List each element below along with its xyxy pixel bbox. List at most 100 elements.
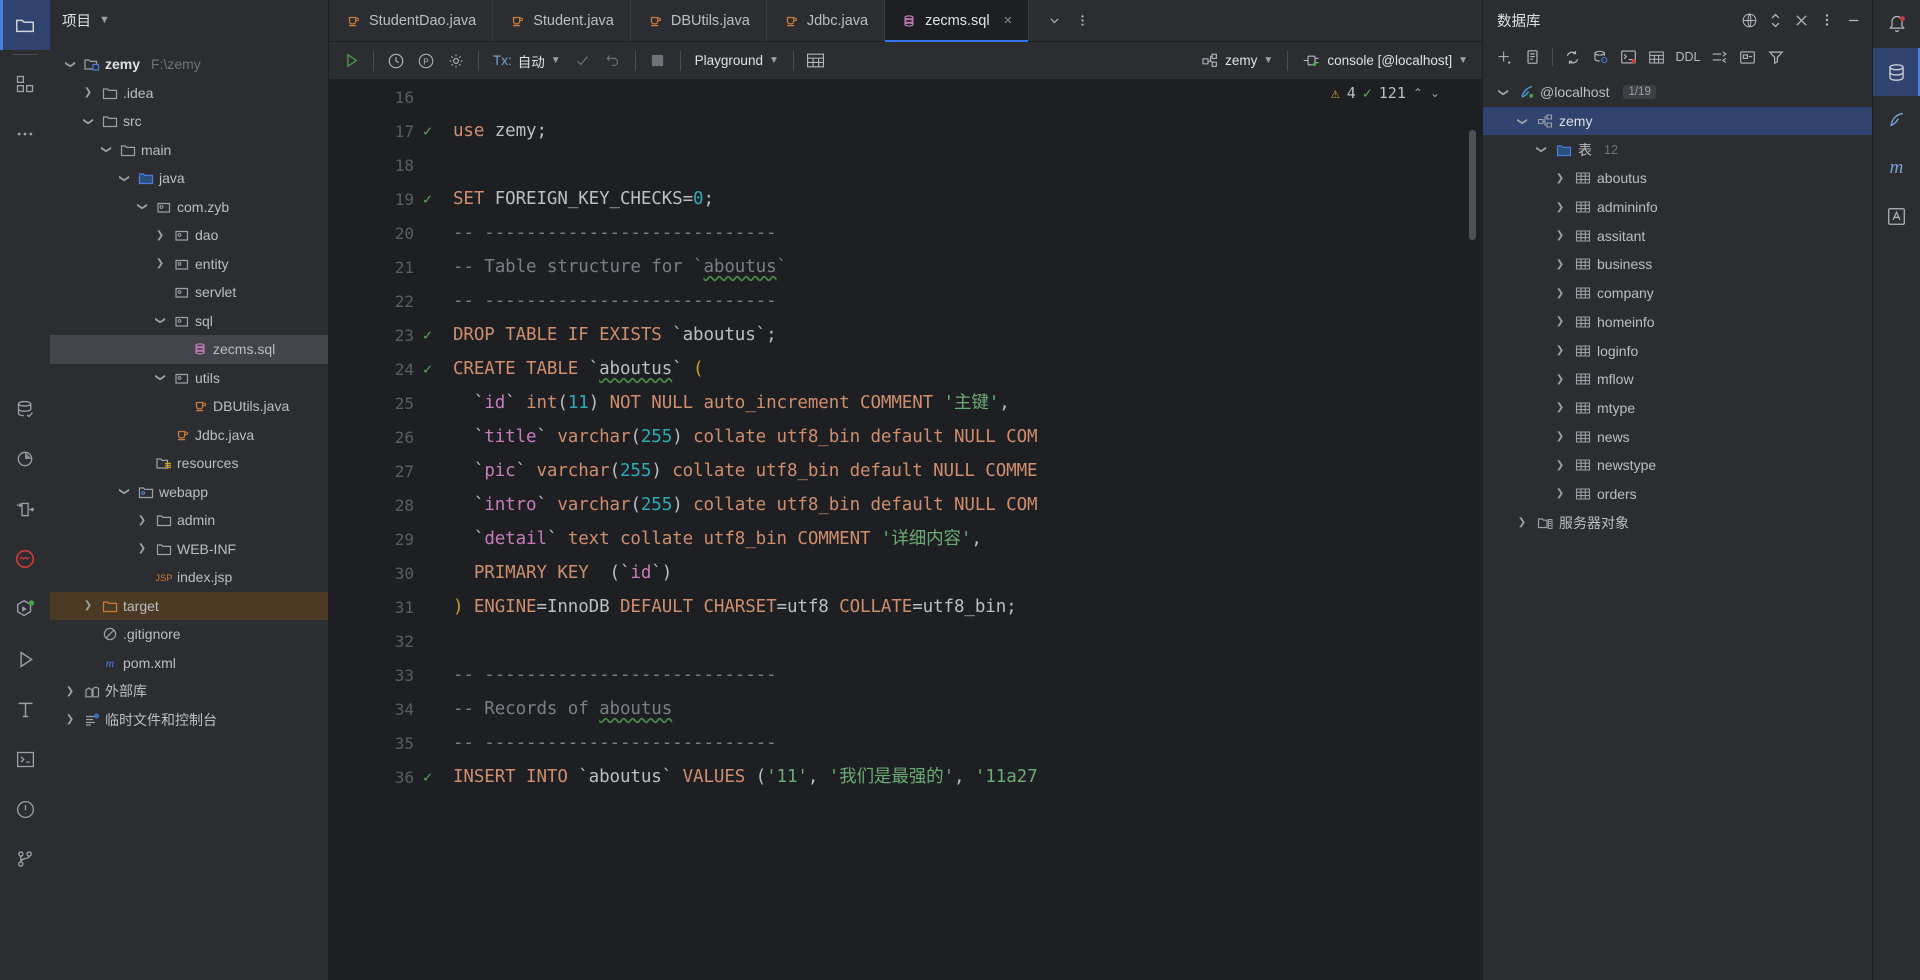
db-tree-item-mflow[interactable]: ❯ mflow bbox=[1483, 365, 1872, 394]
chevron-right-icon[interactable]: ❯ bbox=[134, 515, 150, 526]
db-tree-item-admininfo[interactable]: ❯ admininfo bbox=[1483, 193, 1872, 222]
gutter-line[interactable]: 35✓ bbox=[329, 726, 447, 760]
database-gear-icon[interactable] bbox=[1587, 44, 1614, 70]
db-tree-item-company[interactable]: ❯ company bbox=[1483, 279, 1872, 308]
tree-item-com.zyb[interactable]: ❯ com.zyb bbox=[50, 193, 328, 222]
ddl-button[interactable]: DDL bbox=[1671, 44, 1705, 70]
database-tool-button[interactable] bbox=[1872, 48, 1920, 96]
database-tree[interactable]: ❯ @localhost 1/19 ❯ zemy ❯ 表 12 ❯ aboutus ❯ adminin… bbox=[1483, 74, 1872, 980]
db-tree-item-assitant[interactable]: ❯ assitant bbox=[1483, 221, 1872, 250]
new-data-source-button[interactable] bbox=[1491, 44, 1518, 70]
execute-button[interactable] bbox=[337, 48, 365, 74]
tree-item-index.jsp[interactable]: JSP index.jsp bbox=[50, 563, 328, 592]
tab-zecms-sql[interactable]: zecms.sql × bbox=[885, 0, 1030, 42]
sidebar-item-services[interactable] bbox=[0, 584, 50, 634]
console-icon[interactable] bbox=[1615, 44, 1642, 70]
tree-item-jdbc.java[interactable]: Jdbc.java bbox=[50, 421, 328, 450]
sidebar-item-structure[interactable] bbox=[0, 59, 50, 109]
ai-assistant-button[interactable] bbox=[1873, 96, 1920, 144]
gutter-line[interactable]: 28✓ bbox=[329, 488, 447, 522]
gutter-line[interactable]: 24 ✓ bbox=[329, 352, 447, 386]
chevron-right-icon[interactable]: ❯ bbox=[1552, 431, 1568, 442]
sidebar-item-build[interactable] bbox=[0, 684, 50, 734]
sidebar-item-terminal[interactable] bbox=[0, 734, 50, 784]
db-tree-item-newstype[interactable]: ❯ newstype bbox=[1483, 451, 1872, 480]
refresh-icon[interactable] bbox=[1559, 44, 1586, 70]
chevron-down-icon[interactable]: ❯ bbox=[119, 170, 130, 186]
db-tree-item-homeinfo[interactable]: ❯ homeinfo bbox=[1483, 308, 1872, 337]
tree-item-target[interactable]: ❯ target bbox=[50, 591, 328, 620]
project-file-tree[interactable]: ❯ zemy F:\zemy ❯ .idea ❯ src ❯ main ❯ java ❯ com.zyb… bbox=[50, 40, 328, 980]
chevron-down-icon[interactable]: ❯ bbox=[1536, 142, 1547, 158]
chevron-right-icon[interactable]: ❯ bbox=[1552, 402, 1568, 413]
gutter-line[interactable]: 31✓ bbox=[329, 590, 447, 624]
chevron-down-icon[interactable]: ▼ bbox=[769, 55, 779, 66]
modify-icon[interactable] bbox=[1706, 44, 1733, 70]
gutter-line[interactable]: 18✓ bbox=[329, 148, 447, 182]
chevron-right-icon[interactable]: ❯ bbox=[1552, 259, 1568, 270]
chevron-right-icon[interactable]: ❯ bbox=[62, 686, 78, 697]
sidebar-item-notifications[interactable] bbox=[0, 784, 50, 834]
ui-designer-button[interactable] bbox=[1873, 192, 1920, 240]
chevron-down-icon[interactable]: ❯ bbox=[101, 142, 112, 158]
gutter-line[interactable]: 34✓ bbox=[329, 692, 447, 726]
tree-item-zemy[interactable]: ❯ zemy F:\zemy bbox=[50, 50, 328, 79]
tree-item-[interactable]: ❯ 外部库 bbox=[50, 677, 328, 706]
chevron-right-icon[interactable]: ❯ bbox=[1552, 202, 1568, 213]
tree-item-.idea[interactable]: ❯ .idea bbox=[50, 79, 328, 108]
gutter-line[interactable]: 21✓ bbox=[329, 250, 447, 284]
gutter-line[interactable]: 20✓ bbox=[329, 216, 447, 250]
sidebar-item-problems[interactable] bbox=[0, 534, 50, 584]
tree-item-web-inf[interactable]: ❯ WEB-INF bbox=[50, 535, 328, 564]
more-tool-windows-icon[interactable] bbox=[0, 109, 50, 159]
db-tree-item-orders[interactable]: ❯ orders bbox=[1483, 480, 1872, 509]
tree-item-main[interactable]: ❯ main bbox=[50, 136, 328, 165]
chevron-down-icon[interactable]: ❯ bbox=[1517, 113, 1528, 129]
minus-icon[interactable] bbox=[1840, 7, 1866, 33]
transaction-mode-selector[interactable]: Tx: 自动 ▼ bbox=[487, 51, 567, 71]
gutter-line[interactable]: 27✓ bbox=[329, 454, 447, 488]
chevron-right-icon[interactable]: ❯ bbox=[152, 258, 168, 269]
execution-history-button[interactable] bbox=[382, 48, 410, 74]
sidebar-item-database[interactable] bbox=[0, 384, 50, 434]
tree-item-.gitignore[interactable]: .gitignore bbox=[50, 620, 328, 649]
sql-editor[interactable]: 16✓17✓18✓19✓20✓21✓22✓23✓24✓25✓26✓27✓28✓2… bbox=[329, 80, 1482, 980]
tree-item-servlet[interactable]: servlet bbox=[50, 278, 328, 307]
close-icon[interactable]: × bbox=[1004, 12, 1013, 29]
sidebar-item-profiler[interactable] bbox=[0, 434, 50, 484]
gutter-line[interactable]: 22✓ bbox=[329, 284, 447, 318]
chevron-down-icon[interactable]: ❯ bbox=[1498, 84, 1509, 100]
tree-item-webapp[interactable]: ❯ webapp bbox=[50, 478, 328, 507]
statement-run-check-icon[interactable]: ✓ bbox=[423, 122, 439, 140]
table-grid-icon[interactable] bbox=[1643, 44, 1670, 70]
gutter-line[interactable]: 19 ✓ bbox=[329, 182, 447, 216]
editor-vertical-scrollbar[interactable] bbox=[1469, 130, 1476, 240]
chevron-right-icon[interactable]: ❯ bbox=[1552, 316, 1568, 327]
chevron-right-icon[interactable]: ❯ bbox=[1552, 288, 1568, 299]
sidebar-item-version-control[interactable] bbox=[0, 834, 50, 884]
chevron-right-icon[interactable]: ❯ bbox=[1552, 460, 1568, 471]
tab-jdbc-java[interactable]: Jdbc.java bbox=[767, 0, 886, 41]
more-vertical-icon[interactable] bbox=[1069, 8, 1095, 34]
chevron-right-icon[interactable]: ❯ bbox=[1514, 517, 1530, 528]
statement-run-check-icon[interactable]: ✓ bbox=[423, 326, 439, 344]
tree-item-java[interactable]: ❯ java bbox=[50, 164, 328, 193]
previous-problem-icon[interactable]: ⌃ bbox=[1413, 86, 1423, 100]
commit-button[interactable] bbox=[569, 48, 597, 74]
sidebar-item-endpoints[interactable] bbox=[0, 484, 50, 534]
datasource-selector[interactable]: zemy ▼ bbox=[1196, 53, 1279, 68]
chevron-down-icon[interactable] bbox=[1041, 8, 1067, 34]
sidebar-item-run[interactable] bbox=[0, 634, 50, 684]
tree-item-zecms.sql[interactable]: zecms.sql bbox=[50, 335, 328, 364]
chevron-down-icon[interactable]: ▼ bbox=[551, 55, 561, 66]
tab-studentdao-java[interactable]: StudentDao.java bbox=[329, 0, 494, 41]
chevron-right-icon[interactable]: ❯ bbox=[152, 230, 168, 241]
chevron-right-icon[interactable]: ❯ bbox=[62, 714, 78, 725]
inspection-widget[interactable]: ⚠ 4 ✓ 121 ⌃ ⌄ bbox=[1331, 84, 1440, 102]
db-tree-item-[interactable]: ❯ 服务器对象 bbox=[1483, 508, 1872, 537]
db-tree-item-business[interactable]: ❯ business bbox=[1483, 250, 1872, 279]
gutter-line[interactable]: 29✓ bbox=[329, 522, 447, 556]
notifications-button[interactable] bbox=[1873, 0, 1920, 48]
db-tree-item-[interactable]: ❯ 表 12 bbox=[1483, 135, 1872, 164]
gutter-line[interactable]: 17 ✓ bbox=[329, 114, 447, 148]
